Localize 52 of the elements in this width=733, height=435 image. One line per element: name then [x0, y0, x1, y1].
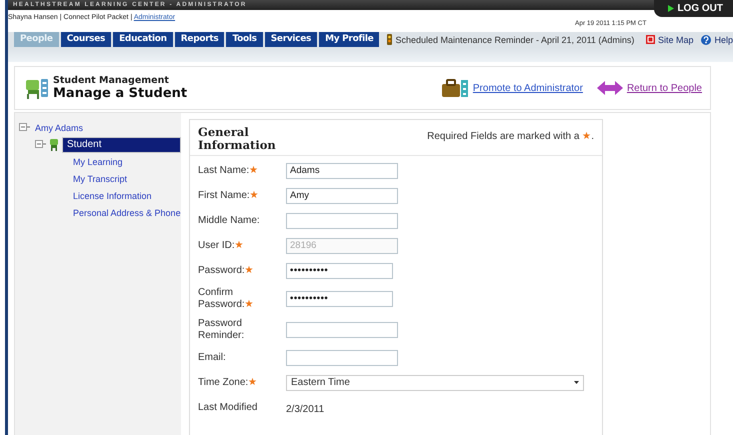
- tree-item[interactable]: Personal Address & Phone: [71, 206, 183, 218]
- briefcase-icon: [440, 79, 469, 97]
- page-subtitle: Student Management: [53, 75, 170, 86]
- nav-tab[interactable]: Courses: [60, 32, 112, 47]
- collapse-icon: [19, 123, 30, 132]
- double-arrow-icon: [596, 81, 623, 95]
- required-notice: Required Fields are marked with a ★.: [427, 130, 594, 142]
- nav-tab[interactable]: Reports: [174, 32, 224, 47]
- alert-light-icon: [387, 34, 392, 45]
- input-field[interactable]: [286, 350, 398, 366]
- tree-item[interactable]: License Information: [71, 190, 154, 202]
- password-field[interactable]: ••••••••••: [286, 262, 393, 278]
- logout-button[interactable]: LOG OUT: [654, 0, 733, 17]
- utility-link[interactable]: Help: [701, 34, 733, 44]
- collapse-icon: [35, 140, 46, 149]
- help-icon: [701, 34, 712, 44]
- nav-tab[interactable]: Education: [113, 32, 173, 47]
- return-link[interactable]: Return to People: [626, 82, 702, 94]
- field-label: Confirm Password:★: [198, 286, 255, 310]
- field-label: Password Reminder:: [198, 318, 246, 342]
- page-title: Manage a Student: [53, 86, 188, 101]
- tree-item[interactable]: Amy Adams: [33, 122, 86, 134]
- input-field[interactable]: [286, 212, 398, 228]
- input-field[interactable]: Adams: [286, 162, 398, 178]
- tree-item[interactable]: Student: [62, 136, 181, 152]
- utility-link[interactable]: Site Map: [646, 34, 694, 44]
- play-icon: [668, 5, 674, 12]
- caret-icon: [574, 381, 579, 384]
- tree-item[interactable]: My Transcript: [71, 172, 130, 184]
- field-label: User ID:★: [198, 240, 245, 252]
- student-icon: [49, 138, 59, 151]
- field-label: First Name:★: [198, 190, 260, 202]
- field-label: Last Name:★: [198, 164, 260, 176]
- section-heading: General Information: [198, 126, 277, 152]
- field-label: Last Modified: [198, 402, 258, 414]
- input-field[interactable]: Amy: [286, 188, 398, 204]
- maintenance-reminder: Scheduled Maintenance Reminder - April 21, 2011 (Admins): [395, 34, 634, 44]
- nav-tab[interactable]: Services: [264, 32, 318, 47]
- site-map-icon: [646, 35, 655, 44]
- field-label: Email:: [198, 352, 227, 364]
- field-label: Password:★: [198, 264, 255, 276]
- password-field[interactable]: ••••••••••: [286, 290, 393, 306]
- nav-tab[interactable]: My Profile: [319, 32, 380, 47]
- student-chair-icon: [25, 77, 49, 99]
- field-label: Middle Name:: [198, 214, 261, 226]
- promote-link[interactable]: Promote to Administrator: [472, 82, 583, 94]
- input-field[interactable]: [286, 322, 398, 338]
- field-label: Time Zone:★: [198, 376, 258, 388]
- time-zone-select[interactable]: Eastern Time: [286, 374, 584, 390]
- last-modified-date: 2/3/2011: [286, 403, 324, 415]
- nav-tab[interactable]: Tools: [226, 32, 263, 47]
- tree-item[interactable]: My Learning: [71, 156, 125, 168]
